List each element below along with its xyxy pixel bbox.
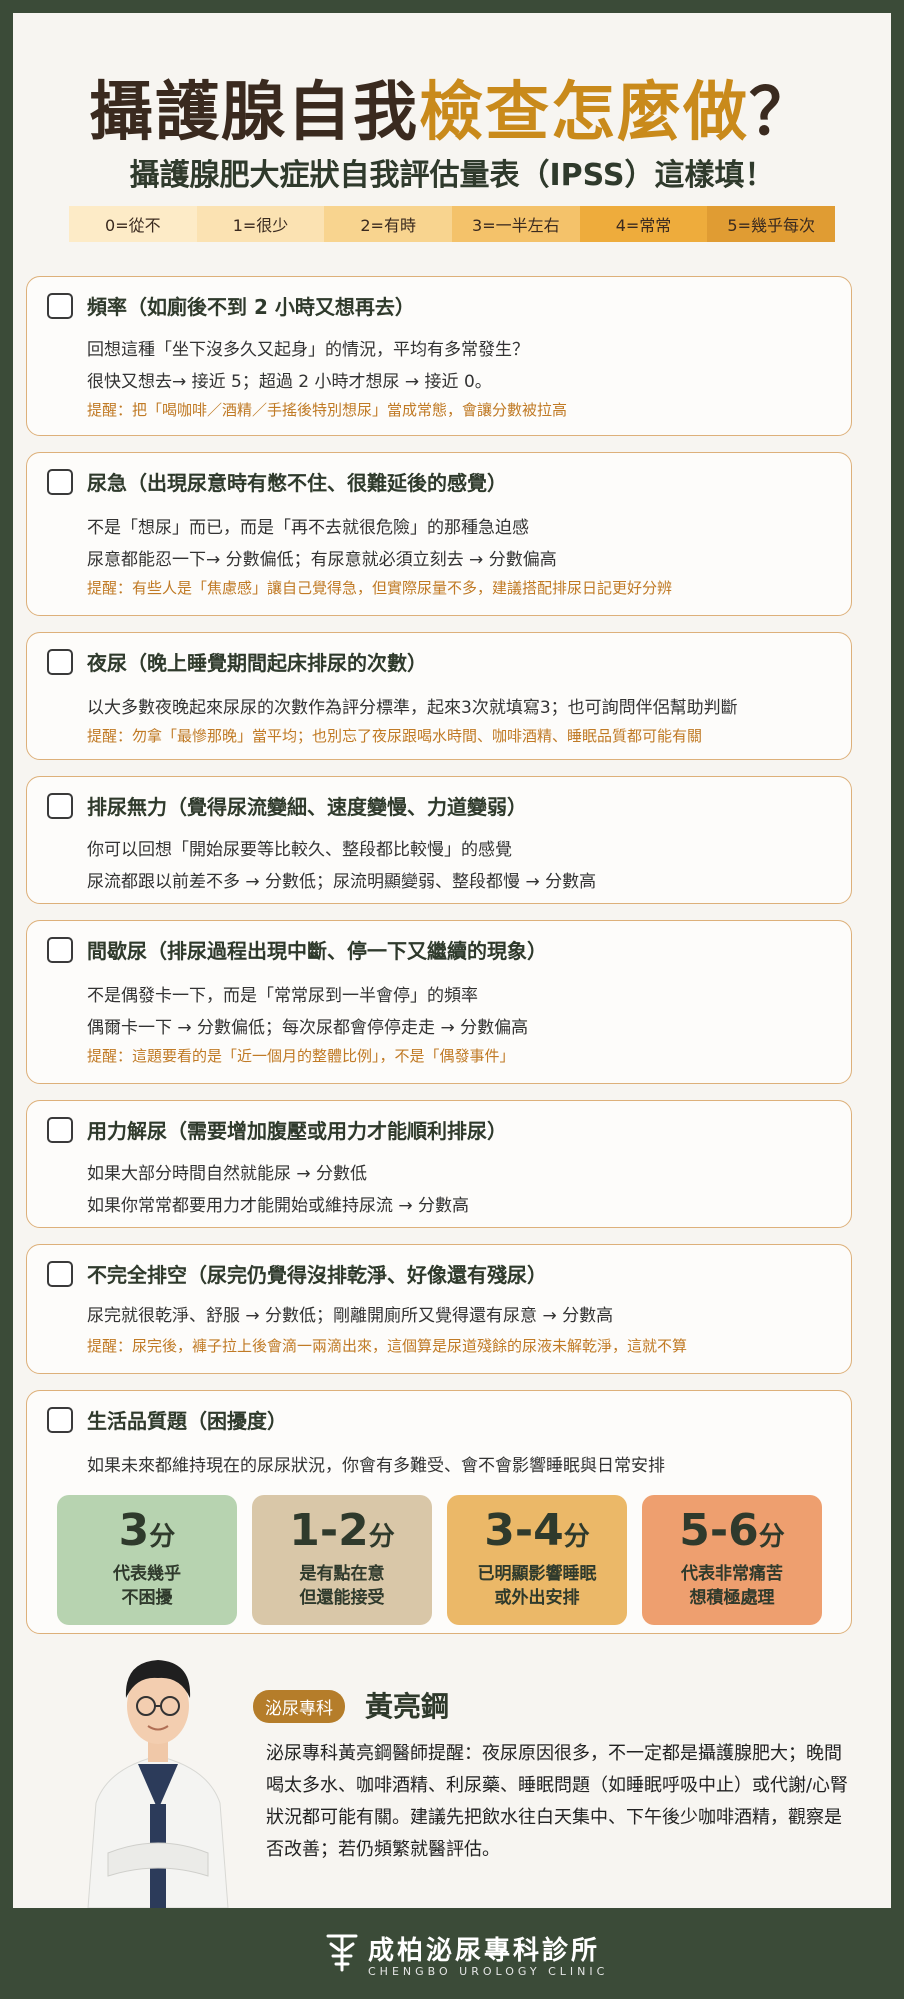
question-card: 尿急（出現尿意時有憋不住、很難延後的感覺） 不是「想尿」而已，而是「再不去就很危險… xyxy=(26,452,852,616)
card-title: 生活品質題（困擾度） xyxy=(87,1409,287,1433)
card-line: 偶爾卡一下 → 分數偏低；每次尿都會停停走走 → 分數偏高 xyxy=(87,1018,529,1038)
score-label: 是有點在意 但還能接受 xyxy=(299,1564,385,1608)
card-line: 很快又想去→ 接近 5；超過 2 小時才想尿 → 接近 0。 xyxy=(87,372,492,392)
checkbox[interactable] xyxy=(47,469,73,495)
scale-item: 3=一半左右 xyxy=(452,206,580,242)
card-line: 不是偶發卡一下，而是「常常尿到一半會停」的頻率 xyxy=(87,986,478,1006)
score-value: 5-6分 xyxy=(642,1505,822,1556)
card-tip: 提醒：這題要看的是「近一個月的整體比例」，不是「偶發事件」 xyxy=(87,1047,515,1065)
scale-item: 4=常常 xyxy=(579,206,708,242)
score-boxes: 3分 代表幾乎 不困擾 1-2分 是有點在意 但還能接受 3-4分 已明顯影響睡眠 或外出… xyxy=(57,1495,823,1625)
score-label: 代表非常痛苦 想積極處理 xyxy=(681,1564,783,1608)
score-value: 3-4分 xyxy=(447,1505,627,1556)
card-title: 尿急（出現尿意時有憋不住、很難延後的感覺） xyxy=(87,471,507,495)
question-card: 夜尿（晚上睡覺期間起床排尿的次數） 以大多數夜晚起來尿尿的次數作為評分標準，起來3… xyxy=(26,632,852,760)
doctor-photo xyxy=(87,1660,229,1908)
score-scale-legend: 0=從不 1=很少 2=有時 3=一半左右 4=常常 5=幾乎每次 xyxy=(69,206,836,242)
score-box: 3-4分已明顯影響睡眠 或外出安排 xyxy=(447,1495,627,1625)
question-card: 排尿無力（覺得尿流變細、速度變慢、力道變弱） 你可以回想「開始尿要等比較久、整段都… xyxy=(26,776,852,904)
question-card: 頻率（如廁後不到 2 小時又想再去） 回想這種「坐下沒多久又起身」的情況，平均有多… xyxy=(26,276,852,436)
scale-item: 5=幾乎每次 xyxy=(707,206,836,242)
card-tip: 提醒：有些人是「焦慮感」讓自己覺得急，但實際尿量不多，建議搭配排尿日記更好分辨 xyxy=(87,579,673,597)
card-line: 以大多數夜晚起來尿尿的次數作為評分標準，起來3次就填寫3；也可詢問伴侶幫助判斷 xyxy=(87,698,738,718)
score-number: 3-4 xyxy=(484,1505,564,1556)
card-title: 頻率（如廁後不到 2 小時又想再去） xyxy=(87,295,415,319)
question-card: 用力解尿（需要增加腹壓或用力才能順利排尿） 如果大部分時間自然就能尿 → 分數低如… xyxy=(26,1100,852,1228)
clinic-logo-icon xyxy=(326,1934,358,1972)
checkbox[interactable] xyxy=(47,649,73,675)
title-accent: 檢查怎麼做 xyxy=(419,76,749,150)
question-card: 不完全排空（尿完仍覺得沒排乾淨、好像還有殘尿） 尿完就很乾淨、舒服 → 分數低；剛… xyxy=(26,1244,852,1374)
checkbox[interactable] xyxy=(47,1261,73,1287)
score-number: 3 xyxy=(118,1505,150,1556)
score-label: 已明顯影響睡眠 或外出安排 xyxy=(477,1564,597,1608)
score-unit: 分 xyxy=(368,1522,395,1552)
score-box: 3分代表幾乎 不困擾 xyxy=(57,1495,237,1625)
checkbox[interactable] xyxy=(47,1117,73,1143)
card-line: 如果你常常都要用力才能開始或維持尿流 → 分數高 xyxy=(87,1196,470,1216)
card-line: 不是「想尿」而已，而是「再不去就很危險」的那種急迫感 xyxy=(87,518,529,538)
score-box: 5-6分代表非常痛苦 想積極處理 xyxy=(642,1495,822,1625)
card-title: 排尿無力（覺得尿流變細、速度變慢、力道變弱） xyxy=(87,795,527,819)
scale-item: 2=有時 xyxy=(324,206,453,242)
question-card: 間歇尿（排尿過程出現中斷、停一下又繼續的現象） 不是偶發卡一下，而是「常常尿到一半… xyxy=(26,920,852,1084)
checkbox[interactable] xyxy=(47,293,73,319)
score-unit: 分 xyxy=(758,1522,785,1552)
score-unit: 分 xyxy=(563,1522,590,1552)
specialty-badge: 泌尿專科 xyxy=(253,1690,345,1723)
card-line: 尿完就很乾淨、舒服 → 分數低；剛離開廁所又覺得還有尿意 → 分數高 xyxy=(87,1306,614,1326)
card-line: 尿流都跟以前差不多 → 分數低；尿流明顯變弱、整段都慢 → 分數高 xyxy=(87,872,597,892)
scale-item: 0=從不 xyxy=(69,206,197,242)
score-unit: 分 xyxy=(149,1522,176,1552)
score-number: 1-2 xyxy=(289,1505,369,1556)
checkbox[interactable] xyxy=(47,793,73,819)
card-line: 如果未來都維持現在的尿尿狀況，你會有多難受、會不會影響睡眠與日常安排 xyxy=(87,1456,665,1476)
card-line: 回想這種「坐下沒多久又起身」的情況，平均有多常發生？ xyxy=(87,340,529,360)
card-title: 用力解尿（需要增加腹壓或用力才能順利排尿） xyxy=(87,1119,507,1143)
card-line: 尿意都能忍一下→ 分數偏低；有尿意就必須立刻去 → 分數偏高 xyxy=(87,550,557,570)
quality-of-life-card: 生活品質題（困擾度） 如果未來都維持現在的尿尿狀況，你會有多難受、會不會影響睡眠… xyxy=(26,1390,852,1634)
score-value: 1-2分 xyxy=(252,1505,432,1556)
score-label: 代表幾乎 不困擾 xyxy=(113,1564,181,1608)
card-line: 你可以回想「開始尿要等比較久、整段都比較慢」的感覺 xyxy=(87,840,512,860)
card-title: 夜尿（晚上睡覺期間起床排尿的次數） xyxy=(87,651,427,675)
card-title: 不完全排空（尿完仍覺得沒排乾淨、好像還有殘尿） xyxy=(87,1263,547,1287)
checkbox[interactable] xyxy=(47,1407,73,1433)
card-line: 如果大部分時間自然就能尿 → 分數低 xyxy=(87,1164,368,1184)
card-tip: 提醒：把「喝咖啡／酒精／手搖後特別想尿」當成常態，會讓分數被拉高 xyxy=(87,401,568,419)
score-box: 1-2分是有點在意 但還能接受 xyxy=(252,1495,432,1625)
doctor-name: 黃亮鋼 xyxy=(365,1690,450,1723)
card-tip: 提醒：勿拿「最慘那晚」當平均；也別忘了夜尿跟喝水時間、咖啡酒精、睡眠品質都可能有… xyxy=(87,727,703,745)
checkbox[interactable] xyxy=(47,937,73,963)
page-title: 攝護腺自我檢查怎麼做？ xyxy=(13,61,891,153)
card-tip: 提醒：尿完後，褲子拉上後會滴一兩滴出來，這個算是尿道殘餘的尿液未解乾淨，這就不算 xyxy=(87,1337,688,1355)
doctor-note: 泌尿專科黃亮鋼醫師提醒：夜尿原因很多，不一定都是攝護腺肥大；晚間喝太多水、咖啡酒… xyxy=(266,1743,849,1860)
clinic-name-en: CHENGBO UROLOGY CLINIC xyxy=(368,1965,609,1978)
title-part1: 攝護腺自我 xyxy=(89,76,419,150)
card-title: 間歇尿（排尿過程出現中斷、停一下又繼續的現象） xyxy=(87,939,547,963)
title-mark: ？ xyxy=(749,76,815,150)
clinic-name: 成柏泌尿專科診所 xyxy=(368,1936,601,1966)
page-subtitle: 攝護腺肥大症狀自我評估量表（IPSS）這樣填！ xyxy=(129,158,775,193)
scale-item: 1=很少 xyxy=(196,206,325,242)
score-number: 5-6 xyxy=(679,1505,759,1556)
score-value: 3分 xyxy=(57,1505,237,1556)
